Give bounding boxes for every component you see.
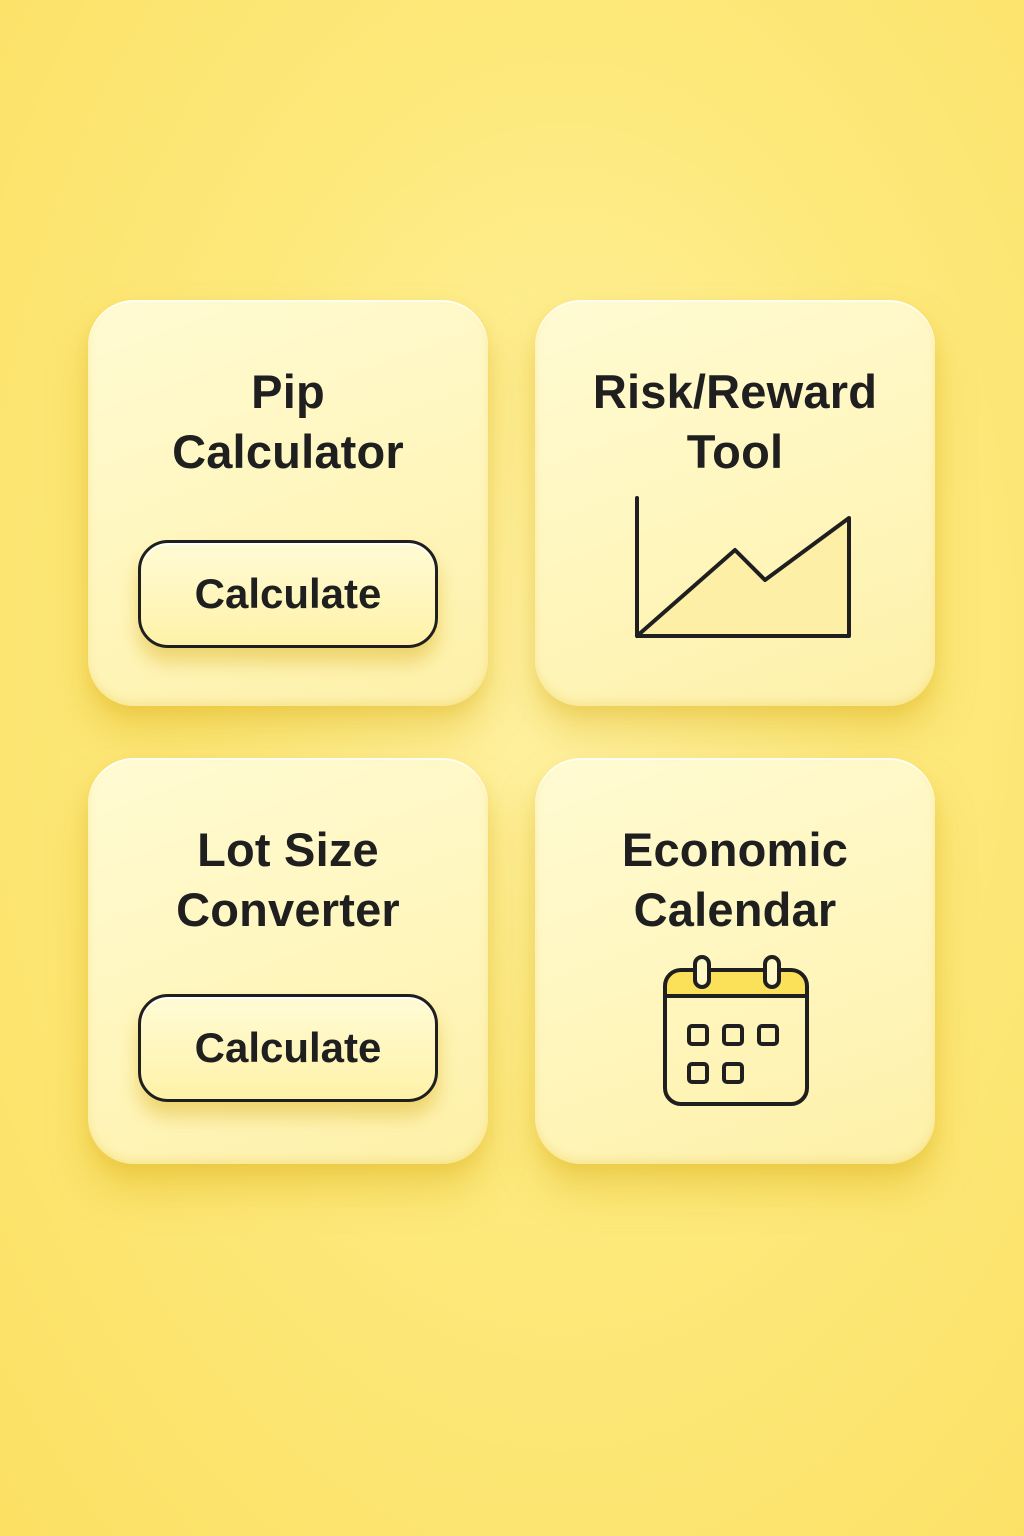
risk-reward-tool-card[interactable]: Risk/Reward Tool [535,300,935,706]
card-title: Pip Calculator [88,362,488,482]
card-title-line: Calculator [172,425,404,478]
card-title-line: Economic [621,823,849,876]
card-title: Risk/Reward Tool [535,362,935,482]
card-title-line: Calendar [633,883,837,936]
card-title: Lot Size Converter [88,820,488,940]
area-chart-icon [635,496,851,638]
card-title-line: Converter [176,883,400,936]
card-title: Economic Calendar [535,820,935,940]
economic-calendar-card[interactable]: Economic Calendar [535,758,935,1164]
card-title-line: Risk/Reward [592,365,878,418]
card-title-line: Lot Size [197,823,379,876]
calculate-button[interactable]: Calculate [138,540,438,648]
card-title-line: Tool [686,425,784,478]
lot-size-converter-card[interactable]: Lot Size Converter Calculate [88,758,488,1164]
calendar-icon [663,955,809,1106]
card-title-line: Pip [251,365,325,418]
pip-calculator-card[interactable]: Pip Calculator Calculate [88,300,488,706]
calculate-button[interactable]: Calculate [138,994,438,1102]
